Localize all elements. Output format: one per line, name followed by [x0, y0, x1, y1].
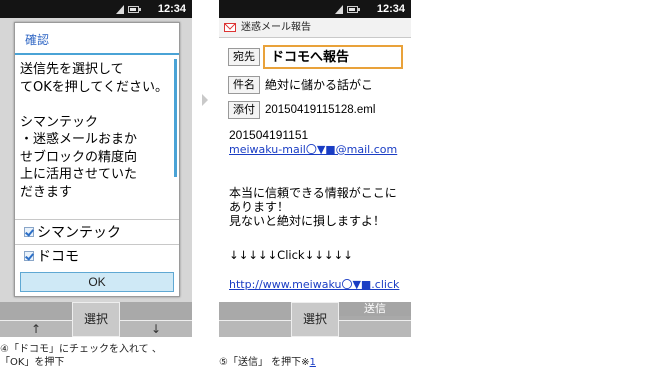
select-softkey[interactable]: 選択: [72, 302, 120, 337]
to-value: ドコモへ報告: [271, 50, 350, 65]
checkbox-checked-icon: [24, 227, 34, 237]
ok-button[interactable]: OK: [20, 272, 174, 292]
clock: 12:34: [376, 3, 405, 15]
to-field[interactable]: ドコモへ報告: [263, 45, 403, 69]
checkbox-label: ドコモ: [37, 249, 79, 265]
battery-icon: [128, 6, 141, 13]
status-bar: 12:34: [219, 0, 411, 18]
subject-row: 件名 絶対に儲かる話がこ: [219, 72, 411, 98]
caption-step5-text: ⑤「送信」 を押下※: [219, 357, 310, 368]
checkbox-checked-icon: [24, 251, 34, 261]
attachment-label: 添付: [228, 101, 260, 119]
signal-icon: [335, 5, 343, 14]
scroll-up-softkey[interactable]: ↑: [0, 320, 72, 337]
clock: 12:34: [157, 3, 186, 15]
body-message: 本当に信頼できる情報がここにあります！ 見ないと絶対に損しますよ！: [229, 186, 397, 228]
signal-icon: [116, 5, 124, 14]
checkbox-label: シマンテック: [37, 225, 121, 241]
body-line-number: 201504191151: [229, 128, 309, 142]
subject-field[interactable]: 絶対に儲かる話がこ: [265, 76, 373, 94]
checkbox-docomo[interactable]: ドコモ: [24, 246, 79, 266]
sender-link[interactable]: meiwaku-mail〇▼■@mail.com: [229, 143, 407, 157]
right-softkey[interactable]: [339, 320, 411, 337]
subject-label: 件名: [228, 76, 260, 94]
attachment-field[interactable]: 20150419115128.eml: [265, 101, 375, 119]
spam-url-link[interactable]: http://www.meiwaku〇▼■.click: [229, 278, 407, 292]
mail-body[interactable]: 201504191151 meiwaku-mail〇▼■@mail.com 本当…: [219, 122, 411, 294]
dialog-title: 確認: [25, 33, 50, 47]
divider: [15, 219, 179, 220]
checkbox-symantec[interactable]: シマンテック: [24, 222, 121, 242]
battery-icon: [347, 6, 360, 13]
scroll-down-softkey[interactable]: ↓: [120, 320, 192, 337]
to-row: 宛先 ドコモへ報告: [219, 44, 411, 70]
compose-header-bar: 迷惑メール報告: [219, 18, 411, 38]
send-softkey[interactable]: 送信: [339, 302, 411, 316]
to-label: 宛先: [228, 48, 260, 66]
divider: [15, 244, 179, 245]
caption-step5: ⑤「送信」 を押下※1: [219, 343, 316, 369]
select-softkey[interactable]: 選択: [291, 302, 339, 337]
footnote-link[interactable]: 1: [310, 357, 316, 368]
dialog-scrollbar[interactable]: [174, 59, 177, 177]
phone-screen-step4: 12:34 確認 送信先を選択して てOKを押してください。 シマンテック ・迷…: [0, 0, 192, 337]
softkey-bar: 選択 送信: [219, 302, 411, 337]
next-step-arrow-icon: [202, 94, 208, 106]
status-bar: 12:34: [0, 0, 192, 18]
attachment-row: 添付 20150419115128.eml: [219, 97, 411, 123]
dialog-title-divider: [15, 53, 179, 55]
compose-title: 迷惑メール報告: [241, 22, 311, 33]
confirm-dialog: 確認 送信先を選択して てOKを押してください。 シマンテック ・迷惑メールおま…: [14, 22, 180, 297]
phone-screen-step5: 12:34 迷惑メール報告 宛先 ドコモへ報告 件名 絶対に儲かる話がこ 添付 …: [219, 0, 411, 337]
body-click-arrows: ↓↓↓↓↓Click↓↓↓↓↓: [229, 248, 353, 262]
left-softkey[interactable]: [219, 320, 291, 337]
softkey-bar: ↑ 選択 ↓: [0, 302, 192, 337]
dialog-message: 送信先を選択して てOKを押してください。 シマンテック ・迷惑メールおまか せ…: [20, 62, 168, 200]
caption-step4: ④「ドコモ」にチェックを入れて 、 「OK」を押下: [0, 344, 162, 368]
mail-icon: [224, 23, 236, 32]
